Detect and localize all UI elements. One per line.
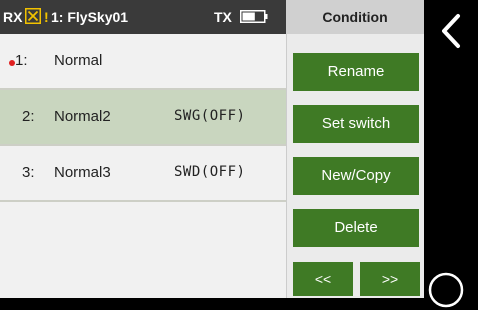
- tx-battery-icon: [240, 10, 268, 23]
- new-copy-button[interactable]: New/Copy: [293, 157, 419, 195]
- condition-name: Normal2: [54, 108, 111, 125]
- condition-switch: SWD(OFF): [174, 164, 246, 180]
- condition-row-3[interactable]: 3: Normal3 SWD(OFF): [0, 146, 286, 202]
- condition-switch: SWG(OFF): [174, 108, 246, 124]
- tx-label: TX: [214, 9, 232, 25]
- prev-page-button[interactable]: <<: [293, 262, 353, 296]
- delete-button[interactable]: Delete: [293, 209, 419, 247]
- condition-row-2[interactable]: 2: Normal2 SWG(OFF): [0, 90, 286, 146]
- chevron-left-icon[interactable]: [436, 10, 466, 52]
- condition-list: 1: Normal 2: Normal2 SWG(OFF) 3: Normal3…: [0, 34, 286, 298]
- condition-name: Normal: [54, 52, 103, 69]
- rx-disconnected-icon: [25, 8, 41, 24]
- circle-icon[interactable]: [426, 270, 466, 310]
- condition-name: Normal3: [54, 164, 111, 181]
- action-panel: Rename Set switch New/Copy Delete << >>: [286, 34, 424, 298]
- condition-number: 1:: [15, 52, 28, 69]
- set-switch-button[interactable]: Set switch: [293, 105, 419, 143]
- warning-icon: !: [44, 9, 49, 25]
- rename-button[interactable]: Rename: [293, 53, 419, 91]
- status-bar: RX ! 1: FlySky01 TX: [0, 0, 286, 34]
- condition-row-1[interactable]: 1: Normal: [0, 34, 286, 90]
- next-page-button[interactable]: >>: [360, 262, 420, 296]
- model-name: 1: FlySky01: [51, 9, 129, 25]
- page-title: Condition: [286, 0, 424, 34]
- condition-number: 2:: [22, 108, 35, 125]
- rx-label: RX: [3, 9, 23, 25]
- condition-number: 3:: [22, 164, 35, 181]
- condition-screen: RX ! 1: FlySky01 TX Condition 1: Normal …: [0, 0, 478, 308]
